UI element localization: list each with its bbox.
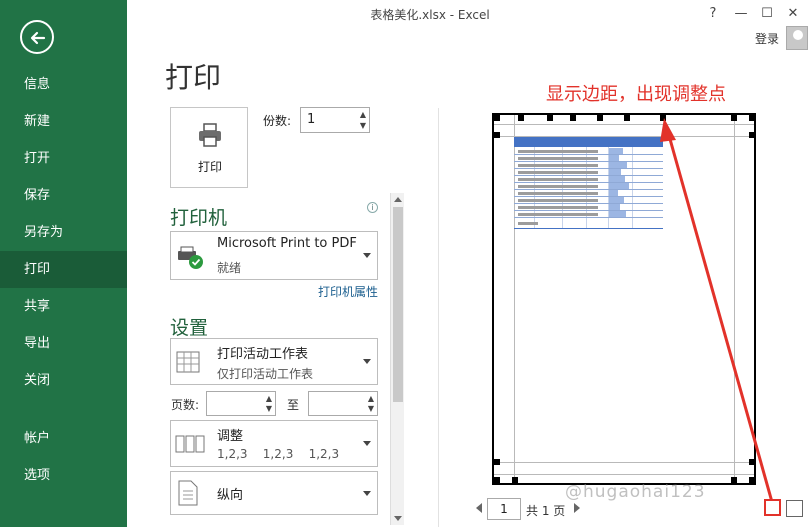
show-margins-icon[interactable] bbox=[764, 499, 781, 516]
next-page-icon[interactable] bbox=[574, 503, 580, 513]
current-page-input[interactable]: 1 bbox=[487, 498, 521, 520]
annotation-arrow bbox=[660, 118, 774, 503]
watermark: @hugaohai123 bbox=[565, 482, 706, 502]
excel-backstage-print: 信息 新建 打开 保存 另存为 打印 共享 导出 关闭 帐户 选项 表格美化.x… bbox=[0, 0, 809, 527]
zoom-to-page-icon[interactable] bbox=[786, 500, 803, 517]
prev-page-icon[interactable] bbox=[476, 503, 482, 513]
page-total-label: 共 1 页 bbox=[526, 504, 566, 518]
